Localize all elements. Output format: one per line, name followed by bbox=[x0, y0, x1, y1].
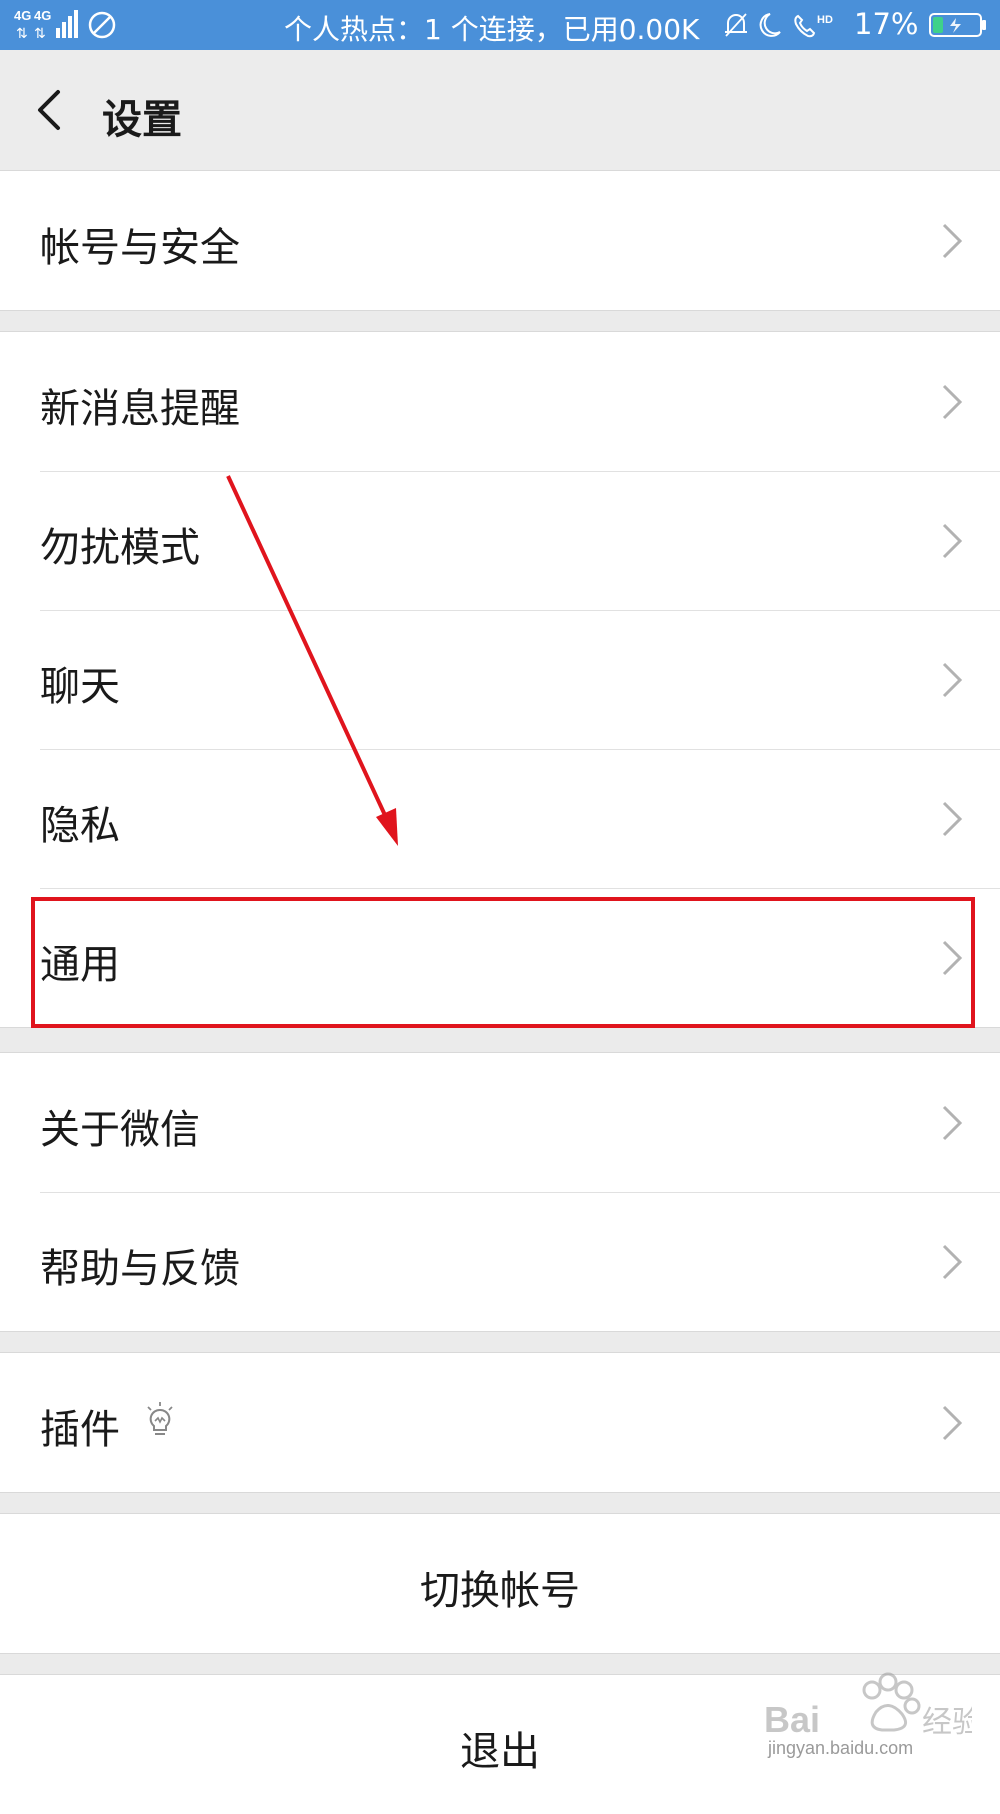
lightbulb-icon bbox=[147, 1402, 173, 1435]
blocked-icon bbox=[88, 11, 116, 39]
group-plugins: 插件 bbox=[0, 1352, 1000, 1493]
chevron-right-icon bbox=[942, 223, 963, 259]
hotspot-status: 个人热点：1 个连接，已用0.00K bbox=[284, 13, 700, 46]
signal-icon: 4G 4G ⇅ ⇅ bbox=[14, 8, 78, 42]
svg-text:Bai: Bai bbox=[764, 1699, 820, 1740]
settings-item-label: 聊天 bbox=[40, 664, 120, 710]
battery-percent: 17% bbox=[854, 7, 919, 41]
settings-item-notifications[interactable]: 新消息提醒 bbox=[0, 332, 1000, 471]
settings-item-about-wechat[interactable]: 关于微信 bbox=[0, 1053, 1000, 1192]
group-switch-account: 切换帐号 bbox=[0, 1513, 1000, 1654]
settings-item-label: 帐号与安全 bbox=[40, 225, 240, 271]
chevron-right-icon bbox=[942, 523, 963, 559]
settings-item-label: 新消息提醒 bbox=[40, 386, 240, 432]
svg-text:⇅: ⇅ bbox=[16, 26, 28, 42]
chevron-right-icon bbox=[942, 1105, 963, 1141]
svg-text:4G: 4G bbox=[14, 8, 31, 23]
nav-bar: 设置 bbox=[0, 50, 1000, 171]
settings-item-account-security[interactable]: 帐号与安全 bbox=[0, 171, 1000, 310]
hd-call-icon: HD bbox=[794, 14, 833, 38]
settings-item-label: 插件 bbox=[40, 1407, 120, 1453]
settings-item-do-not-disturb[interactable]: 勿扰模式 bbox=[0, 471, 1000, 610]
group-account: 帐号与安全 bbox=[0, 170, 1000, 311]
settings-item-chat[interactable]: 聊天 bbox=[0, 610, 1000, 749]
settings-item-help-feedback[interactable]: 帮助与反馈 bbox=[0, 1192, 1000, 1331]
battery-icon bbox=[929, 13, 986, 37]
svg-text:4G: 4G bbox=[34, 8, 51, 23]
status-bar: 4G 4G ⇅ ⇅ 个人热点：1 个连接，已用0.00K HD 17% bbox=[0, 0, 1000, 50]
page-title: 设置 bbox=[102, 97, 182, 143]
chevron-right-icon bbox=[942, 662, 963, 698]
highlight-box bbox=[31, 897, 975, 1028]
svg-text:经验: 经验 bbox=[922, 1705, 972, 1740]
watermark-url: jingyan.baidu.com bbox=[768, 1738, 914, 1758]
chevron-right-icon bbox=[942, 1244, 963, 1280]
svg-text:⇅: ⇅ bbox=[34, 26, 46, 42]
settings-item-label: 勿扰模式 bbox=[40, 525, 200, 571]
settings-item-plugins[interactable]: 插件 bbox=[0, 1353, 1000, 1492]
chevron-right-icon bbox=[942, 384, 963, 420]
settings-item-label: 隐私 bbox=[40, 803, 120, 849]
settings-item-privacy[interactable]: 隐私 bbox=[0, 749, 1000, 888]
alarm-icon bbox=[725, 13, 747, 37]
back-icon[interactable] bbox=[28, 86, 72, 134]
switch-account-label: 切换帐号 bbox=[420, 1568, 580, 1614]
svg-text:HD: HD bbox=[817, 14, 833, 26]
settings-item-label: 帮助与反馈 bbox=[40, 1246, 240, 1292]
settings-item-label: 关于微信 bbox=[40, 1107, 200, 1153]
group-about: 关于微信 帮助与反馈 bbox=[0, 1052, 1000, 1332]
switch-account-button[interactable]: 切换帐号 bbox=[0, 1514, 1000, 1653]
status-icons: HD bbox=[725, 13, 833, 38]
chevron-right-icon bbox=[942, 801, 963, 837]
chevron-right-icon bbox=[942, 1405, 963, 1441]
moon-icon bbox=[759, 13, 781, 37]
